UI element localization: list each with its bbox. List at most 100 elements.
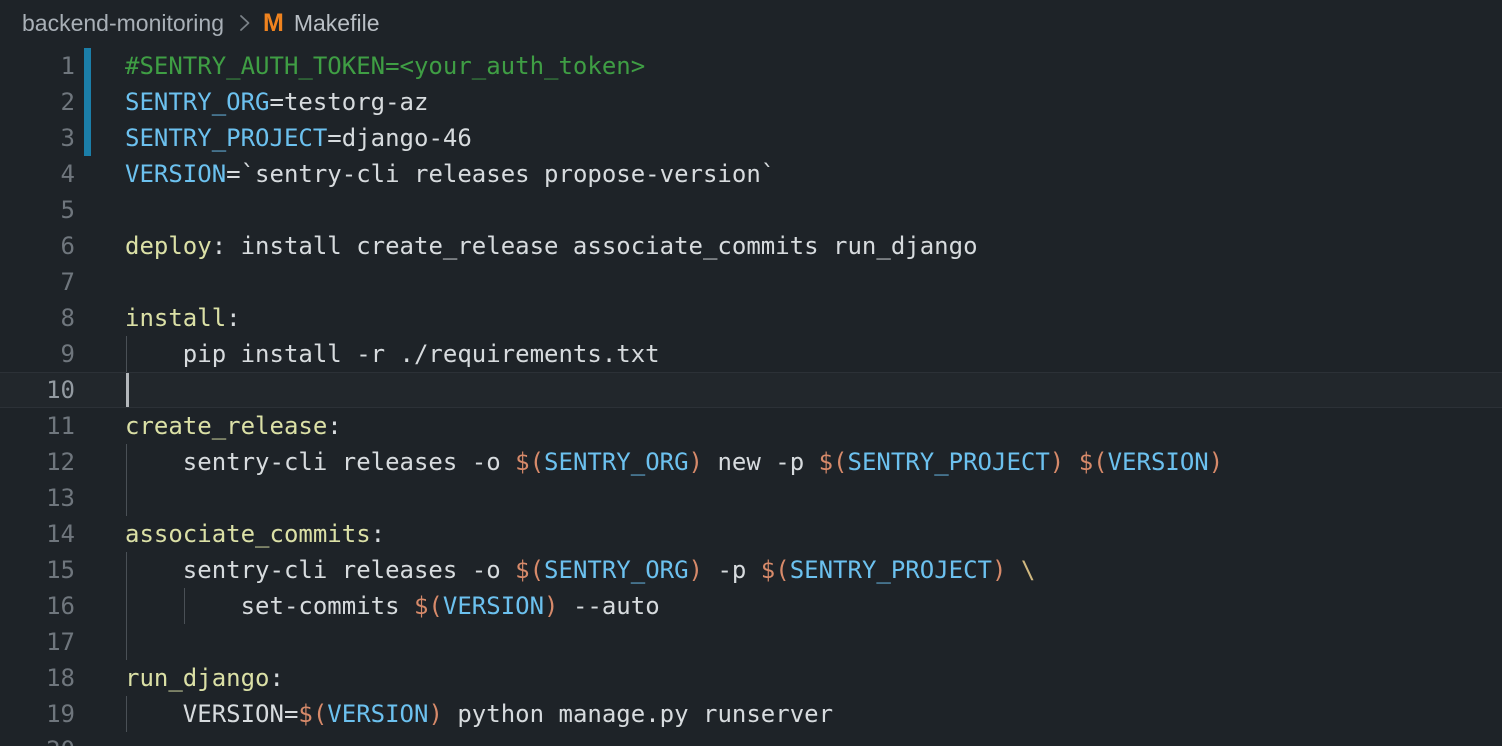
token-punct: $( — [1079, 448, 1108, 476]
indent-guide — [126, 444, 127, 480]
editor-line[interactable]: 6 deploy: install create_release associa… — [0, 228, 1502, 264]
token-text: new -p — [703, 448, 819, 476]
token-var: SENTRY_ORG — [544, 448, 689, 476]
token-text: sentry-cli releases -o — [183, 556, 515, 584]
line-code: SENTRY_ORG=testorg-az — [125, 84, 428, 120]
line-number: 7 — [0, 264, 75, 300]
editor-line[interactable]: 8 install: — [0, 300, 1502, 336]
token-var: SENTRY_PROJECT — [790, 556, 992, 584]
line-code: create_release: — [125, 408, 342, 444]
line-number: 18 — [0, 660, 75, 696]
token-target: associate_commits — [125, 520, 371, 548]
token-punct: $( — [298, 700, 327, 728]
git-modified-indicator — [84, 84, 91, 120]
indent-guide — [126, 588, 127, 624]
line-number: 3 — [0, 120, 75, 156]
token-punct: ) — [689, 448, 703, 476]
token-var: SENTRY_PROJECT — [125, 124, 327, 152]
editor-line[interactable]: 18 run_django: — [0, 660, 1502, 696]
text-cursor — [126, 373, 129, 407]
token-punct: ) — [428, 700, 442, 728]
token-text: : — [327, 412, 341, 440]
token-punct: ) — [1050, 448, 1064, 476]
token-text: : install create_release associate_commi… — [212, 232, 978, 260]
editor-line[interactable]: 9 pip install -r ./requirements.txt — [0, 336, 1502, 372]
chevron-right-icon — [237, 12, 252, 34]
line-number: 6 — [0, 228, 75, 264]
editor-line[interactable]: 3 SENTRY_PROJECT=django-46 — [0, 120, 1502, 156]
line-number: 10 — [0, 372, 75, 408]
token-text: -p — [703, 556, 761, 584]
line-code: #SENTRY_AUTH_TOKEN=<your_auth_token> — [125, 48, 645, 84]
token-punct: ) — [689, 556, 703, 584]
line-number: 8 — [0, 300, 75, 336]
editor-line[interactable]: 17 — [0, 624, 1502, 660]
makefile-icon: M — [263, 9, 283, 38]
token-text — [1006, 556, 1020, 584]
line-number: 1 — [0, 48, 75, 84]
token-target: install — [125, 304, 226, 332]
indent-guide — [126, 624, 127, 660]
token-punct: ) — [992, 556, 1006, 584]
line-number: 20 — [0, 732, 75, 746]
token-text: : — [226, 304, 240, 332]
token-text: sentry-cli releases -o — [183, 448, 515, 476]
editor-line[interactable]: 15 sentry-cli releases -o $(SENTRY_ORG) … — [0, 552, 1502, 588]
editor-line[interactable]: 20 — [0, 732, 1502, 746]
token-text: =django-46 — [327, 124, 472, 152]
line-code: associate_commits: — [125, 516, 385, 552]
editor-line[interactable]: 10 — [0, 372, 1502, 408]
breadcrumb-item-file[interactable]: M Makefile — [263, 9, 379, 38]
token-punct: $( — [761, 556, 790, 584]
line-code: sentry-cli releases -o $(SENTRY_ORG) -p … — [125, 552, 1035, 588]
line-number: 4 — [0, 156, 75, 192]
line-number: 19 — [0, 696, 75, 732]
indent-guide — [126, 696, 127, 732]
token-text: =`sentry-cli releases propose-version` — [226, 160, 775, 188]
indent-guide — [126, 552, 127, 588]
editor-line[interactable]: 14 associate_commits: — [0, 516, 1502, 552]
breadcrumb-item-folder[interactable]: backend-monitoring — [22, 10, 224, 37]
token-punct: ) — [1209, 448, 1223, 476]
line-code: set-commits $(VERSION) --auto — [125, 588, 660, 624]
indent-guide — [184, 588, 185, 624]
token-text: set-commits — [241, 592, 414, 620]
token-var: VERSION — [125, 160, 226, 188]
editor-line[interactable]: 19 VERSION=$(VERSION) python manage.py r… — [0, 696, 1502, 732]
token-text — [1064, 448, 1078, 476]
token-target: run_django — [125, 664, 270, 692]
token-var: VERSION — [443, 592, 544, 620]
token-punct: $( — [515, 448, 544, 476]
indent-guide — [126, 480, 127, 516]
line-number: 9 — [0, 336, 75, 372]
editor-line[interactable]: 5 — [0, 192, 1502, 228]
editor-line[interactable]: 7 — [0, 264, 1502, 300]
line-number: 12 — [0, 444, 75, 480]
editor-line[interactable]: 16 set-commits $(VERSION) --auto — [0, 588, 1502, 624]
git-modified-indicator — [84, 48, 91, 84]
line-number: 17 — [0, 624, 75, 660]
line-code: sentry-cli releases -o $(SENTRY_ORG) new… — [125, 444, 1223, 480]
git-modified-indicator — [84, 120, 91, 156]
token-punct: $( — [414, 592, 443, 620]
editor-line[interactable]: 11 create_release: — [0, 408, 1502, 444]
token-punct: ) — [544, 592, 558, 620]
line-code: VERSION=$(VERSION) python manage.py runs… — [125, 696, 833, 732]
editor-line[interactable]: 12 sentry-cli releases -o $(SENTRY_ORG) … — [0, 444, 1502, 480]
token-punct: $( — [819, 448, 848, 476]
token-var: SENTRY_ORG — [125, 88, 270, 116]
line-code: SENTRY_PROJECT=django-46 — [125, 120, 472, 156]
editor-line[interactable]: 13 — [0, 480, 1502, 516]
line-number: 14 — [0, 516, 75, 552]
editor-line[interactable]: 2 SENTRY_ORG=testorg-az — [0, 84, 1502, 120]
line-code: pip install -r ./requirements.txt — [125, 336, 660, 372]
line-code: run_django: — [125, 660, 284, 696]
editor-line[interactable]: 1 #SENTRY_AUTH_TOKEN=<your_auth_token> — [0, 48, 1502, 84]
token-text: pip install -r ./requirements.txt — [183, 340, 660, 368]
line-number: 13 — [0, 480, 75, 516]
code-editor[interactable]: 1 #SENTRY_AUTH_TOKEN=<your_auth_token> 2… — [0, 46, 1502, 746]
editor-line[interactable]: 4 VERSION=`sentry-cli releases propose-v… — [0, 156, 1502, 192]
token-comment: #SENTRY_AUTH_TOKEN=<your_auth_token> — [125, 52, 645, 80]
token-text: : — [371, 520, 385, 548]
token-target: create_release — [125, 412, 327, 440]
